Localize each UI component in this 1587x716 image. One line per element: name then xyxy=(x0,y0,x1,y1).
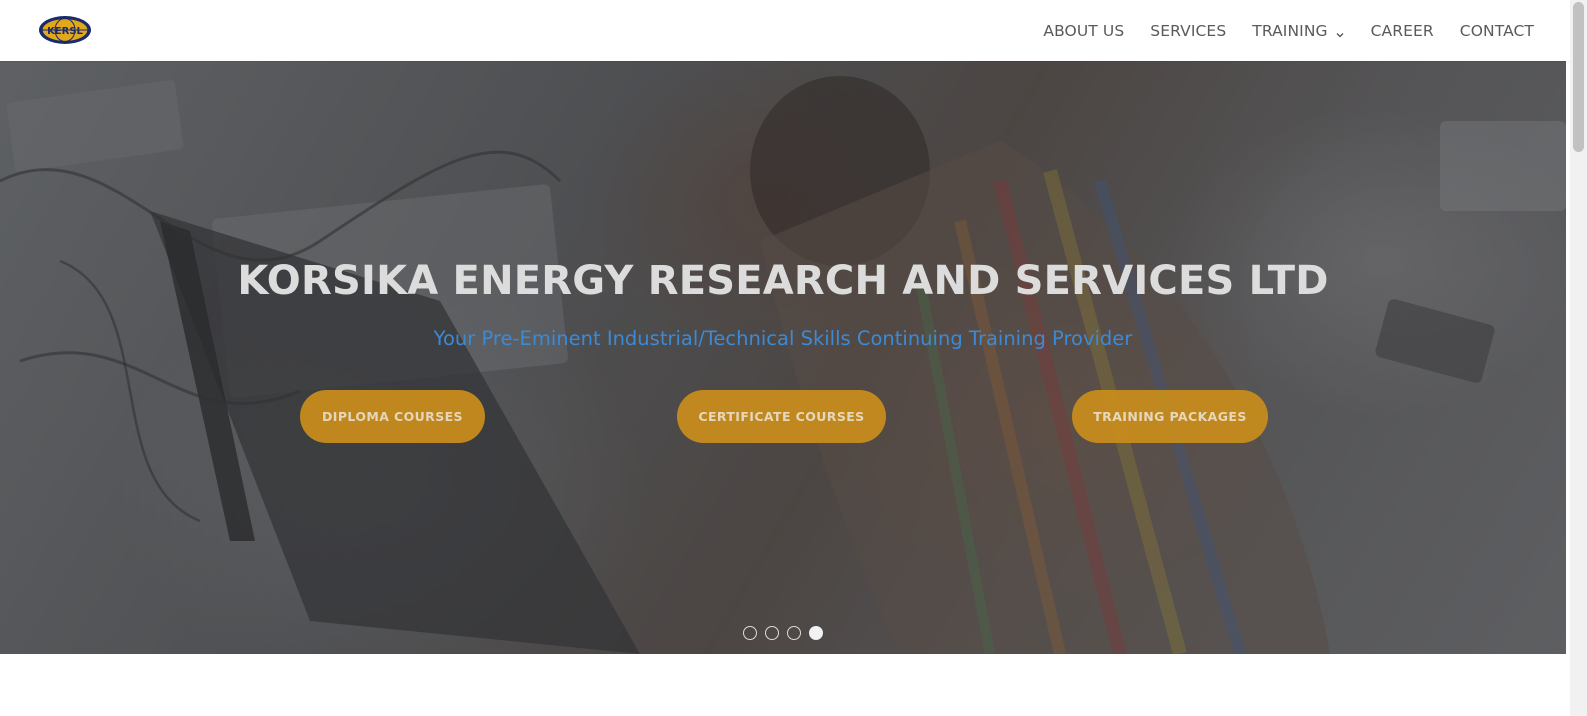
hero-subtitle: Your Pre-Eminent Industrial/Technical Sk… xyxy=(433,327,1133,350)
nav-services-label: SERVICES xyxy=(1150,21,1227,40)
nav-career-label: CAREER xyxy=(1370,21,1434,40)
nav-about-us-label: ABOUT US xyxy=(1043,21,1125,40)
hero-overlay xyxy=(0,61,1566,654)
svg-text:KERSL: KERSL xyxy=(47,26,83,37)
nav-about-us[interactable]: ABOUT US xyxy=(1043,22,1124,40)
page-scrollbar[interactable] xyxy=(1570,0,1587,716)
slider-dot-4[interactable] xyxy=(809,626,823,640)
hero-slider: KORSIKA ENERGY RESEARCH AND SERVICES LTD… xyxy=(0,61,1566,654)
chevron-down-icon xyxy=(1335,26,1345,37)
nav-career[interactable]: CAREER xyxy=(1371,22,1434,40)
diploma-courses-button[interactable]: DIPLOMA COURSES xyxy=(300,390,485,443)
scrollbar-thumb[interactable] xyxy=(1573,2,1584,152)
nav-contact[interactable]: CONTACT xyxy=(1460,22,1534,40)
nav-services[interactable]: SERVICES xyxy=(1150,22,1226,40)
slider-pagination xyxy=(743,626,823,640)
page: KERSL ABOUT US SERVICES TRAINING CAREER … xyxy=(0,0,1587,716)
hero-title: KORSIKA ENERGY RESEARCH AND SERVICES LTD xyxy=(237,258,1329,304)
certificate-courses-button[interactable]: CERTIFICATE COURSES xyxy=(677,390,886,443)
nav-training[interactable]: TRAINING xyxy=(1252,22,1344,40)
nav-training-label: TRAINING xyxy=(1252,21,1328,40)
site-header: KERSL ABOUT US SERVICES TRAINING CAREER … xyxy=(0,0,1570,61)
training-packages-button[interactable]: TRAINING PACKAGES xyxy=(1072,390,1268,443)
slider-dot-1[interactable] xyxy=(743,626,757,640)
logo-icon[interactable]: KERSL xyxy=(38,15,92,45)
slider-dot-3[interactable] xyxy=(787,626,801,640)
slider-dot-2[interactable] xyxy=(765,626,779,640)
main-nav: ABOUT US SERVICES TRAINING CAREER CONTAC… xyxy=(1017,0,1534,61)
nav-contact-label: CONTACT xyxy=(1459,21,1534,40)
